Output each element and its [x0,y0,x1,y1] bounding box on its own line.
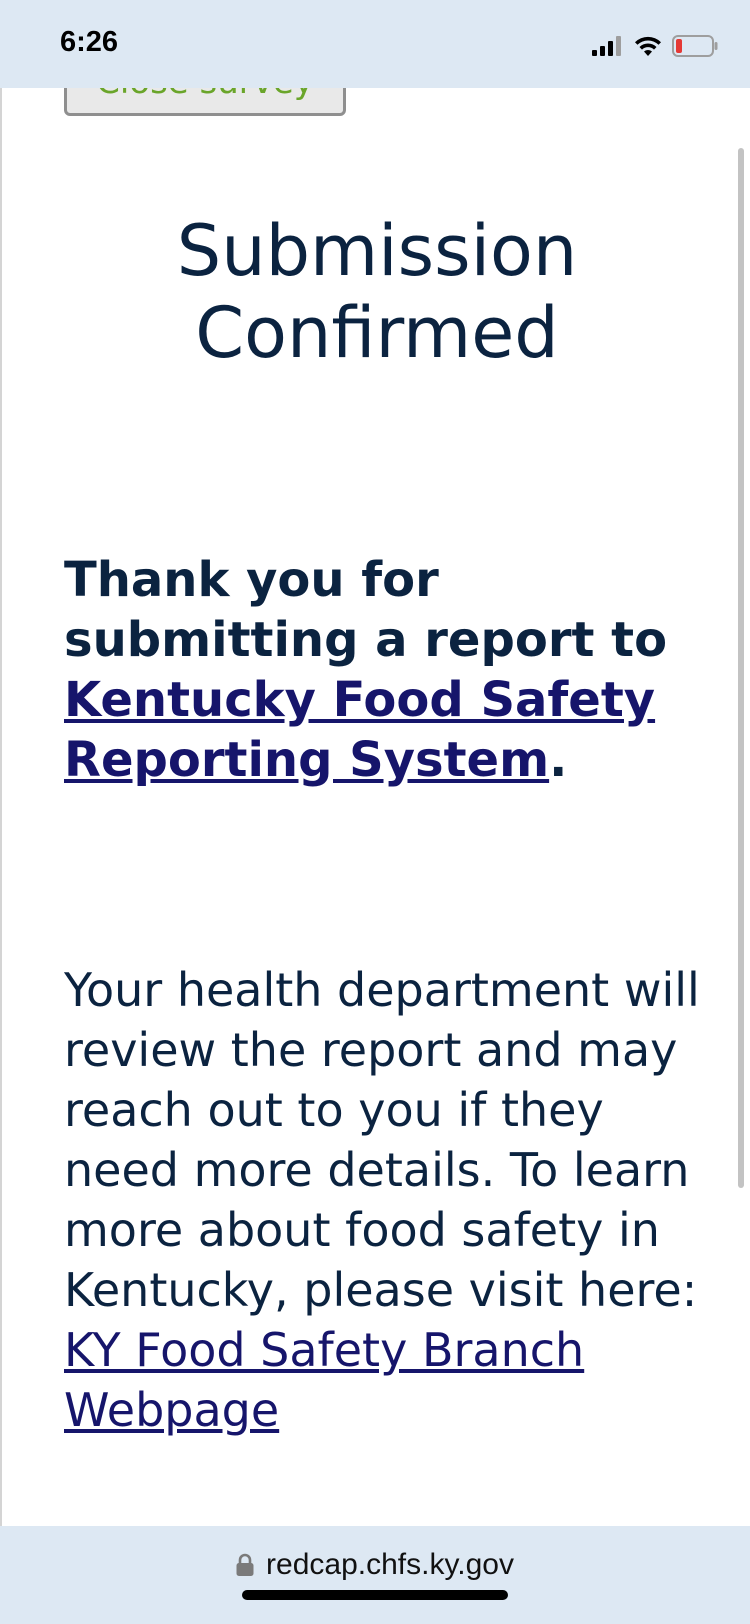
cellular-signal-icon [592,36,621,56]
food-safety-branch-link[interactable]: KY Food Safety Branch Webpage [64,1323,584,1437]
thanks-text: Thank you for submitting a report to [64,552,668,668]
browser-address-bar[interactable]: redcap.chfs.ky.gov [0,1526,750,1624]
info-text: Your health department will review the r… [64,963,700,1317]
thank-you-message: Thank you for submitting a report to Ken… [64,550,684,790]
title-line-2: Confirmed [195,292,559,374]
home-indicator[interactable] [242,1590,508,1600]
url-display[interactable]: redcap.chfs.ky.gov [0,1548,750,1582]
status-time: 6:26 [60,26,119,58]
title-line-1: Submission [176,210,578,292]
scrollbar[interactable] [738,148,744,1188]
page-title: Submission Confirmed [2,210,750,374]
status-bar: 6:26 [0,0,750,88]
lock-icon [236,1553,254,1576]
status-icons [592,34,718,58]
battery-low-icon [672,35,718,57]
thanks-suffix: . [549,732,568,788]
page-content: Close survey Submission Confirmed Thank … [0,88,750,1526]
info-message: Your health department will review the r… [64,960,704,1440]
url-text[interactable]: redcap.chfs.ky.gov [266,1548,514,1582]
wifi-icon [635,36,661,56]
close-survey-button[interactable]: Close survey [64,88,346,116]
